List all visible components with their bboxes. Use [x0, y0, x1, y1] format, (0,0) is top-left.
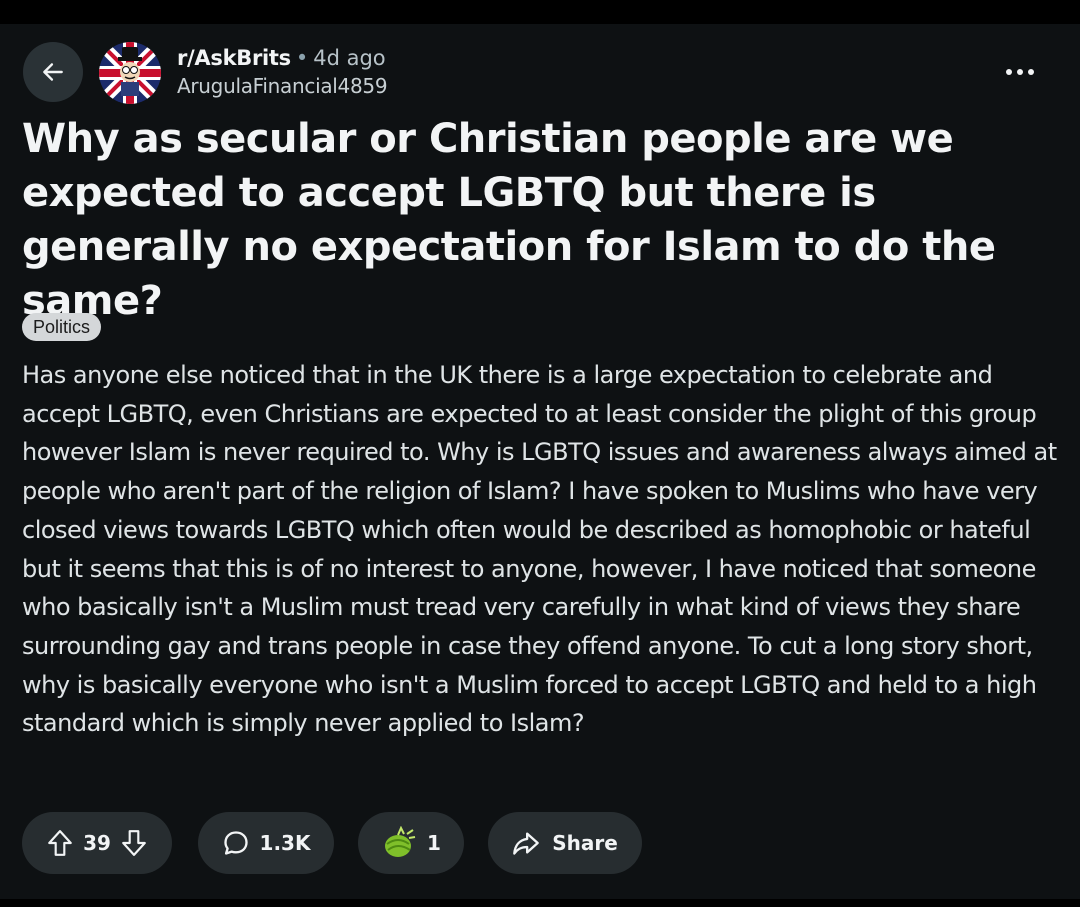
post-age: 4d ago [313, 46, 386, 70]
award-icon [385, 826, 416, 857]
subreddit-avatar[interactable] [99, 42, 161, 104]
post-meta: r/AskBrits • 4d ago ArugulaFinancial4859 [177, 44, 388, 100]
share-button[interactable]: Share [488, 812, 642, 874]
arrow-up-icon [48, 830, 72, 856]
share-label: Share [552, 831, 618, 855]
downvote-button[interactable] [121, 829, 147, 857]
author-name[interactable]: ArugulaFinancial4859 [177, 72, 388, 100]
vote-control: 39 [22, 812, 172, 874]
comment-count: 1.3K [259, 831, 311, 855]
more-horizontal-icon [1006, 69, 1034, 75]
arrow-down-icon [122, 830, 146, 856]
arrow-left-icon [43, 63, 63, 81]
post-title: Why as secular or Christian people are w… [22, 116, 996, 324]
speech-bubble-icon [223, 831, 248, 855]
status-bar-strip [0, 0, 1080, 24]
meta-separator: • [295, 46, 309, 70]
award-count: 1 [427, 831, 441, 855]
more-options-button[interactable] [1000, 58, 1040, 86]
bottom-strip [0, 899, 1080, 907]
back-button[interactable] [23, 42, 83, 102]
comments-button[interactable]: 1.3K [198, 812, 334, 874]
award-button[interactable]: 1 [358, 812, 464, 874]
post-body: Has anyone else noticed that in the UK t… [22, 361, 1057, 738]
vote-score: 39 [83, 831, 111, 855]
share-arrow-icon [513, 832, 540, 855]
subreddit-name[interactable]: r/AskBrits [177, 44, 291, 72]
upvote-button[interactable] [47, 829, 73, 857]
post-flair[interactable]: Politics [22, 313, 102, 341]
action-bar: 39 1.3K 1 Share [22, 812, 642, 874]
